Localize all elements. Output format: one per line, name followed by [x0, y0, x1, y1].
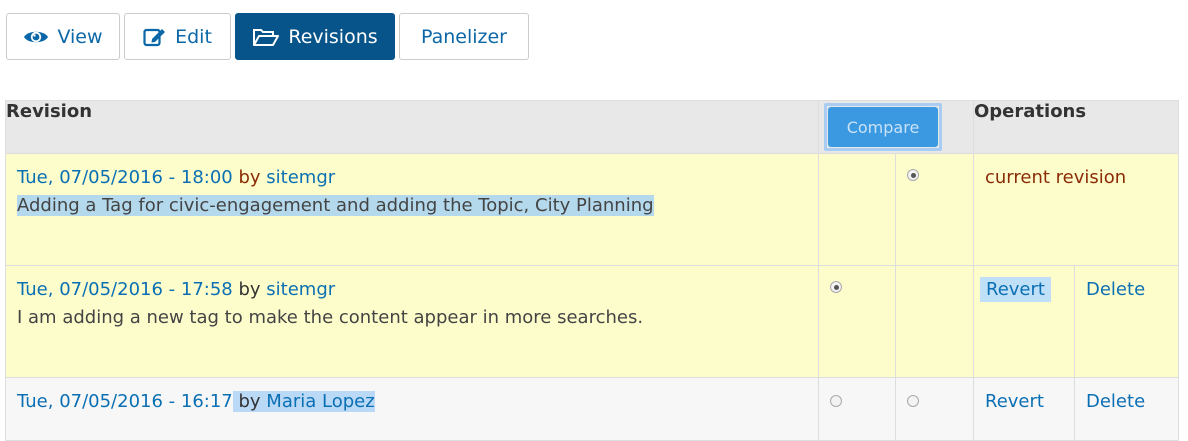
folder-open-icon	[252, 27, 280, 47]
revert-link[interactable]: Revert	[980, 277, 1051, 302]
table-row: Tue, 07/05/2016 - 17:58 by sitemgr I am …	[5, 265, 1179, 378]
by-label: by	[238, 279, 261, 300]
revision-log-message: Adding a Tag for civic-engagement and ad…	[17, 195, 654, 216]
revision-date-link[interactable]: Tue, 07/05/2016 - 16:17	[17, 391, 233, 412]
tab-revisions[interactable]: Revisions	[235, 13, 395, 60]
compare-right-radio[interactable]	[907, 169, 919, 181]
revisions-table: Revision Compare Operations Tue, 07/05/2…	[5, 100, 1179, 441]
author-byline: by Maria Lopez	[232, 391, 375, 412]
tab-view[interactable]: View	[6, 13, 120, 60]
author-link[interactable]: sitemgr	[266, 167, 335, 188]
revision-log-message: I am adding a new tag to make the conten…	[17, 307, 644, 328]
revert-cell: Revert	[973, 377, 1075, 441]
tab-edit[interactable]: Edit	[124, 13, 231, 60]
operations-column-header: Operations	[973, 100, 1179, 154]
revision-cell: Tue, 07/05/2016 - 16:17 by Maria Lopez	[5, 377, 819, 441]
compare-button-focus: Compare	[824, 103, 942, 151]
by-label: by	[238, 391, 261, 412]
delete-link[interactable]: Delete	[1086, 279, 1145, 300]
tab-edit-label: Edit	[175, 25, 212, 48]
edit-icon	[143, 26, 167, 48]
delete-cell: Delete	[1074, 377, 1179, 441]
compare-left-radio[interactable]	[830, 395, 842, 407]
revision-cell: Tue, 07/05/2016 - 17:58 by sitemgr I am …	[5, 265, 819, 378]
compare-left-radio[interactable]	[830, 281, 842, 293]
left-radio-cell	[818, 153, 896, 266]
compare-column-header: Compare	[818, 100, 974, 154]
delete-cell: Delete	[1074, 265, 1179, 378]
left-radio-cell	[818, 377, 896, 441]
operations-cell: current revision	[973, 153, 1179, 266]
current-revision-label: current revision	[985, 167, 1127, 188]
left-radio-cell	[818, 265, 896, 378]
tab-view-label: View	[57, 25, 103, 48]
author-link[interactable]: Maria Lopez	[266, 391, 374, 412]
revert-link[interactable]: Revert	[985, 391, 1044, 412]
table-header-row: Revision Compare Operations	[5, 100, 1179, 154]
revision-column-header: Revision	[5, 100, 819, 154]
revision-date-link[interactable]: Tue, 07/05/2016 - 18:00	[17, 167, 233, 188]
revision-log-wrapper: Adding a Tag for civic-engagement and ad…	[17, 192, 807, 220]
by-label: by	[238, 167, 261, 188]
eye-icon	[23, 28, 49, 46]
primary-tabs: View Edit Revisions Panelizer	[6, 13, 529, 60]
tab-panelizer[interactable]: Panelizer	[399, 13, 529, 60]
table-row: Tue, 07/05/2016 - 18:00 by sitemgr Addin…	[5, 153, 1179, 266]
delete-link[interactable]: Delete	[1086, 391, 1145, 412]
right-radio-cell	[895, 377, 974, 441]
compare-right-radio[interactable]	[907, 395, 919, 407]
right-radio-cell	[895, 265, 974, 378]
tab-panelizer-label: Panelizer	[420, 25, 507, 48]
author-link[interactable]: sitemgr	[266, 279, 335, 300]
compare-button[interactable]: Compare	[828, 107, 938, 147]
revision-cell: Tue, 07/05/2016 - 18:00 by sitemgr Addin…	[5, 153, 819, 266]
tab-revisions-label: Revisions	[288, 25, 378, 48]
table-row: Tue, 07/05/2016 - 16:17 by Maria Lopez R…	[5, 377, 1179, 441]
revision-date-link[interactable]: Tue, 07/05/2016 - 17:58	[17, 279, 233, 300]
right-radio-cell	[895, 153, 974, 266]
revert-cell: Revert	[973, 265, 1075, 378]
